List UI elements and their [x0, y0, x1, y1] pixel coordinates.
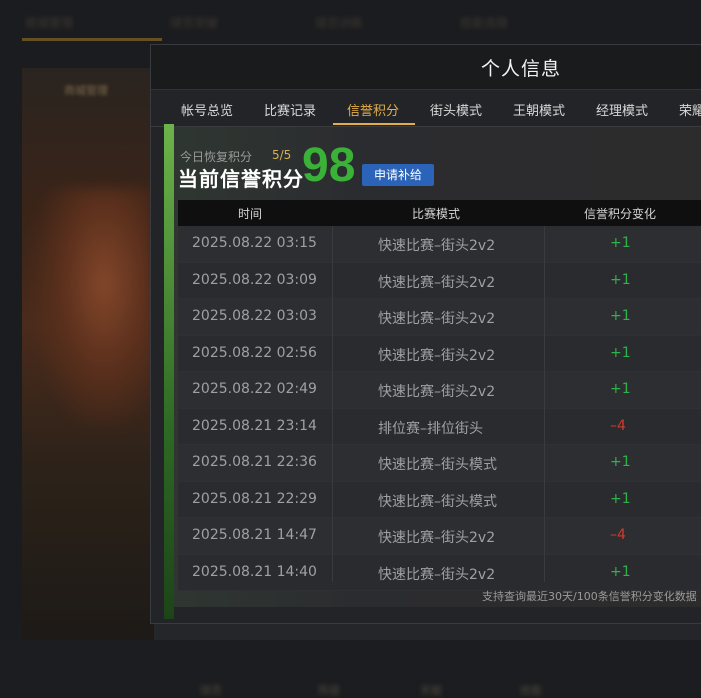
row-time: 2025.08.22 03:15	[192, 235, 317, 251]
table-row: 2025.08.21 14:47 快速比赛–街头2v2 –4	[178, 518, 701, 555]
player-art	[32, 188, 152, 428]
apply-supply-button[interactable]: 申请补给	[362, 164, 434, 186]
row-mode: 快速比赛–街头2v2	[378, 566, 496, 583]
header-mode: 比赛模式	[412, 207, 461, 221]
background-tab-bar: 商城管理 球员突破 球员训练 技能选择	[0, 0, 701, 44]
modal-title: 个人信息	[481, 58, 562, 80]
row-credit-change: +1	[610, 271, 631, 288]
row-mode: 快速比赛–街头2v2	[378, 238, 496, 254]
row-credit-change: +1	[610, 490, 631, 507]
green-accent-bar	[164, 124, 174, 619]
row-time: 2025.08.21 23:14	[192, 417, 317, 434]
row-time: 2025.08.22 03:03	[192, 308, 317, 324]
tab-account-overview[interactable]: 帐号总览	[181, 100, 233, 119]
background-tab: 技能选择	[460, 16, 509, 30]
current-credit-label: 当前信誉积分	[178, 167, 304, 191]
tab-credit-score[interactable]: 信誉积分	[347, 100, 399, 119]
bottom-bar-item: 天赋	[420, 684, 442, 697]
player-card: 商城管理 ◀	[22, 68, 154, 680]
table-row: 2025.08.22 02:56 快速比赛–街头2v2 +1	[178, 335, 701, 372]
query-limit-note: 支持查询最近30天/100条信誉积分变化数据	[482, 590, 697, 603]
background-tab: 商城管理	[25, 16, 74, 30]
row-mode: 快速比赛–街头2v2	[378, 530, 496, 546]
row-credit-change: +1	[610, 563, 631, 580]
bottom-bar-item: 球员	[200, 684, 222, 697]
row-mode: 快速比赛–街头2v2	[378, 311, 496, 327]
table-row: 2025.08.21 22:29 快速比赛–街头模式 +1	[178, 481, 701, 518]
table-row: 2025.08.21 22:36 快速比赛–街头模式 +1	[178, 445, 701, 482]
today-recovered-value: 5/5	[272, 148, 292, 162]
active-tab-indicator	[333, 123, 415, 125]
row-mode: 快速比赛–街头2v2	[378, 347, 496, 364]
row-mode: 排位赛–排位街头	[378, 420, 483, 437]
row-time: 2025.08.22 02:49	[192, 381, 317, 397]
row-time: 2025.08.21 14:47	[192, 527, 317, 543]
table-row: 2025.08.22 03:09 快速比赛–街头2v2 +1	[178, 262, 701, 299]
row-credit-change: +1	[610, 308, 631, 324]
table-row: 2025.08.22 03:15 快速比赛–街头2v2 +1	[178, 226, 701, 263]
credit-history-table: 时间 比赛模式 信誉积分变化 2025.08.22 03:15 快速比赛–街头2v…	[178, 200, 701, 591]
background-tab-indicator	[22, 38, 162, 41]
bottom-bar-item: 技能	[520, 684, 542, 697]
header-time: 时间	[238, 207, 263, 221]
header-delta: 信誉积分变化	[584, 207, 657, 221]
row-time: 2025.08.21 14:40	[192, 563, 317, 580]
table-row: 2025.08.22 03:03 快速比赛–街头2v2 +1	[178, 299, 701, 336]
background-bottom-bar	[0, 640, 701, 691]
row-time: 2025.08.22 02:56	[192, 344, 317, 361]
row-mode: 快速比赛–街头2v2	[378, 384, 496, 400]
background-tab: 球员训练	[315, 16, 364, 30]
row-mode: 快速比赛–街头模式	[378, 493, 497, 510]
column-divider	[332, 226, 333, 582]
modal-header: 个人信息	[151, 45, 701, 90]
row-mode: 快速比赛–街头2v2	[378, 274, 496, 291]
row-time: 2025.08.21 22:36	[192, 454, 317, 470]
table-row: 2025.08.21 23:14 排位赛–排位街头 –4	[178, 408, 701, 445]
modal-tab-bar: 帐号总览 比赛记录 信誉积分 街头模式 王朝模式 经理模式 荣耀	[151, 90, 701, 127]
tab-street-mode[interactable]: 街头模式	[430, 100, 482, 119]
player-card-title: 商城管理	[64, 84, 108, 97]
row-time: 2025.08.21 22:29	[192, 490, 317, 507]
background-tab: 球员突破	[170, 16, 219, 30]
current-credit-value: 98	[302, 139, 356, 192]
row-credit-change: –4	[610, 527, 626, 543]
tab-dynasty-mode[interactable]: 王朝模式	[513, 100, 565, 119]
table-header: 时间 比赛模式 信誉积分变化	[178, 200, 701, 226]
tab-match-history[interactable]: 比赛记录	[264, 100, 316, 119]
tab-honor[interactable]: 荣耀	[679, 100, 701, 119]
row-credit-change: +1	[610, 381, 631, 397]
row-mode: 快速比赛–街头模式	[378, 457, 497, 473]
row-credit-change: +1	[610, 454, 631, 470]
row-credit-change: –4	[610, 417, 626, 434]
table-row: 2025.08.21 14:40 快速比赛–街头2v2 +1	[178, 554, 701, 591]
table-row: 2025.08.22 02:49 快速比赛–街头2v2 +1	[178, 372, 701, 409]
table-body: 2025.08.22 03:15 快速比赛–街头2v2 +1 2025.08.22 0…	[178, 226, 701, 591]
tab-manager-mode[interactable]: 经理模式	[596, 100, 648, 119]
bottom-bar-item: 阵容	[318, 684, 340, 697]
row-credit-change: +1	[610, 235, 631, 251]
column-divider	[544, 226, 545, 582]
row-time: 2025.08.22 03:09	[192, 271, 317, 288]
row-credit-change: +1	[610, 344, 631, 361]
